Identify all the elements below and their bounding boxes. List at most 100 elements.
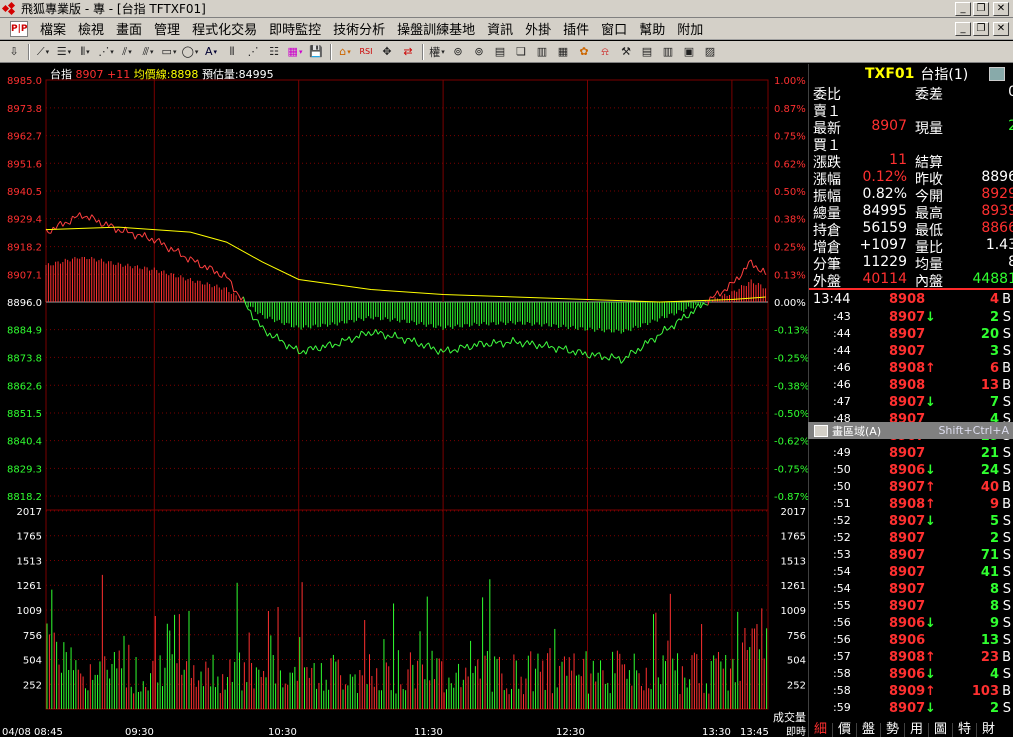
mdi-minimize-button[interactable]: _ <box>955 21 971 36</box>
book-icon[interactable]: ▤ <box>490 43 510 61</box>
tick-row[interactable]: :54 8907 41 S <box>809 565 1013 582</box>
price-line-segment <box>163 242 167 248</box>
tick-volume: 40 <box>980 480 999 495</box>
alarm-icon[interactable]: ⍾ <box>595 43 615 61</box>
close-button[interactable]: ✕ <box>993 1 1009 16</box>
intraday-chart[interactable]: 8985.0 1.00% 8973.8 0.87% 8962.7 0.75% 8951.6 0… <box>0 64 808 737</box>
chart-doc-icon[interactable]: P|P <box>10 20 28 37</box>
price-line-segment <box>736 276 740 281</box>
price-line-segment <box>348 336 353 343</box>
news-icon[interactable]: ▦ <box>553 43 573 61</box>
parallel-lines-icon[interactable]: ⫻ ▾ <box>138 43 158 61</box>
swap-icon[interactable]: ⇄ <box>398 43 418 61</box>
tick-row[interactable]: :46 8908 13 B <box>809 378 1013 395</box>
mdi-close-button[interactable]: ✕ <box>993 21 1009 36</box>
binoculars-icon[interactable]: ⊚ <box>448 43 468 61</box>
tools-icon[interactable]: ⚒ <box>616 43 636 61</box>
report-icon[interactable]: ▥ <box>532 43 552 61</box>
menu-item[interactable]: 程式化交易 <box>186 19 263 38</box>
ellipse-icon[interactable]: ◯ ▾ <box>180 43 200 61</box>
level-line-icon[interactable]: ☰ ▾ <box>54 43 74 61</box>
tick-row[interactable]: :50 8907 ↑ 40 B <box>809 480 1013 497</box>
price-line-segment <box>303 350 307 355</box>
tick-row[interactable]: :51 8908 ↑ 9 B <box>809 497 1013 514</box>
menu-item[interactable]: 窗口 <box>595 19 633 38</box>
tick-row[interactable]: :43 8907 ↓ 2 S <box>809 310 1013 327</box>
tick-row[interactable]: :47 8907 ↓ 7 S <box>809 395 1013 412</box>
tick-row[interactable]: :52 8907 2 S <box>809 531 1013 548</box>
crosshair-icon[interactable]: ✥ <box>377 43 397 61</box>
menu-item[interactable]: 檔案 <box>34 19 72 38</box>
tick-row[interactable]: :58 8909 ↑ 103 B <box>809 684 1013 701</box>
menu-item[interactable]: 幫助 <box>633 19 671 38</box>
price-line-segment <box>594 353 598 357</box>
quote-tab[interactable]: 盤 <box>856 723 880 737</box>
restore-button[interactable]: ❐ <box>973 1 989 16</box>
tick-row[interactable]: :58 8906 ↓ 4 S <box>809 667 1013 684</box>
quote-tab[interactable]: 勢 <box>880 723 904 737</box>
tick-row[interactable]: :52 8907 ↓ 5 S <box>809 514 1013 531</box>
vol-tick-label-right: 2017 <box>781 507 806 518</box>
tick-row[interactable]: :57 8908 ↑ 23 B <box>809 650 1013 667</box>
menu-item[interactable]: 附加 <box>671 19 709 38</box>
quote-tab[interactable]: 圖 <box>928 723 952 737</box>
menu-item[interactable]: 技術分析 <box>327 19 391 38</box>
menu-item[interactable]: 檢視 <box>72 19 110 38</box>
menu-item[interactable]: 畫面 <box>110 19 148 38</box>
info-change: +11 <box>107 68 131 81</box>
menu-item[interactable]: 管理 <box>148 19 186 38</box>
menu-item[interactable]: 資訊 <box>481 19 519 38</box>
tick-list[interactable]: 13:44 8908 4 B:43 8907 ↓ 2 S:44 8907 20 S:44 8907 3 S… <box>809 290 1013 718</box>
panel-icon[interactable]: ▤ <box>637 43 657 61</box>
quote-tab[interactable]: 細 <box>808 723 832 737</box>
chart-info-line: 台指 8907 +11 均價線:8898 預估量:84995 <box>50 66 274 82</box>
weight-icon[interactable]: 權 ▾ <box>427 43 447 61</box>
line-tool-icon[interactable]: ⟋ ▾ <box>33 43 53 61</box>
quote-tab[interactable]: 價 <box>832 723 856 737</box>
tick-row[interactable]: :55 8907 8 S <box>809 599 1013 616</box>
tick-row[interactable]: :54 8907 8 S <box>809 582 1013 599</box>
color-palette-icon[interactable]: ▦ ▾ <box>285 43 305 61</box>
menu-item[interactable]: 操盤訓練基地 <box>391 19 481 38</box>
tick-row[interactable]: :59 8907 ↓ 2 S <box>809 701 1013 718</box>
save-icon[interactable]: 💾 <box>306 43 326 61</box>
channel-icon[interactable]: ⫽ ▾ <box>117 43 137 61</box>
settings-icon[interactable]: ✿ <box>574 43 594 61</box>
price-line-segment <box>228 278 232 282</box>
menu-item[interactable]: 插件 <box>557 19 595 38</box>
tick-row[interactable]: :56 8906 13 S <box>809 633 1013 650</box>
vertical-lines-icon[interactable]: ⦀ ▾ <box>75 43 95 61</box>
menu-item[interactable]: 即時監控 <box>263 19 327 38</box>
layout-icon[interactable]: ▥ <box>658 43 678 61</box>
chart-canvas[interactable]: 8985.0 1.00% 8973.8 0.87% 8962.7 0.75% 8951.6 0… <box>0 64 808 737</box>
tick-row[interactable]: :56 8906 ↓ 9 S <box>809 616 1013 633</box>
tick-row[interactable]: :44 8907 3 S <box>809 344 1013 361</box>
price-line-segment <box>238 294 242 301</box>
fibonacci-icon[interactable]: ☷ <box>264 43 284 61</box>
arrow-down-icon[interactable]: ⇩ <box>4 43 24 61</box>
quote-tab[interactable]: 特 <box>952 723 976 737</box>
quote-tab[interactable]: 用 <box>904 723 928 737</box>
home-icon[interactable]: ⌂ ▾ <box>335 43 355 61</box>
compare-icon[interactable]: ⊚ <box>469 43 489 61</box>
minimize-button[interactable]: _ <box>955 1 971 16</box>
gann-fan-icon[interactable]: ⋰ <box>243 43 263 61</box>
text-tool-icon[interactable]: A ▾ <box>201 43 221 61</box>
panel-toggle-icon[interactable] <box>989 67 1005 81</box>
price-line-segment <box>382 332 386 340</box>
mdi-restore-button[interactable]: ❐ <box>973 21 989 36</box>
tick-row[interactable]: :46 8908 ↑ 6 B <box>809 361 1013 378</box>
window-icon[interactable]: ▣ <box>679 43 699 61</box>
tick-row[interactable]: :44 8907 20 S <box>809 327 1013 344</box>
tick-row[interactable]: :53 8907 71 S <box>809 548 1013 565</box>
cycle-lines-icon[interactable]: ⦀ <box>222 43 242 61</box>
tick-row[interactable]: :50 8906 ↓ 24 S <box>809 463 1013 480</box>
quote-tab[interactable]: 財 <box>976 723 1000 737</box>
copy-icon[interactable]: ❏ <box>511 43 531 61</box>
image-icon[interactable]: ▨ <box>700 43 720 61</box>
rectangle-icon[interactable]: ▭ ▾ <box>159 43 179 61</box>
menu-item[interactable]: 外掛 <box>519 19 557 38</box>
fan-lines-icon[interactable]: ⋰ ▾ <box>96 43 116 61</box>
rsi-indicator-icon[interactable]: RSI <box>356 43 376 61</box>
tick-row[interactable]: :49 8907 21 S <box>809 446 1013 463</box>
